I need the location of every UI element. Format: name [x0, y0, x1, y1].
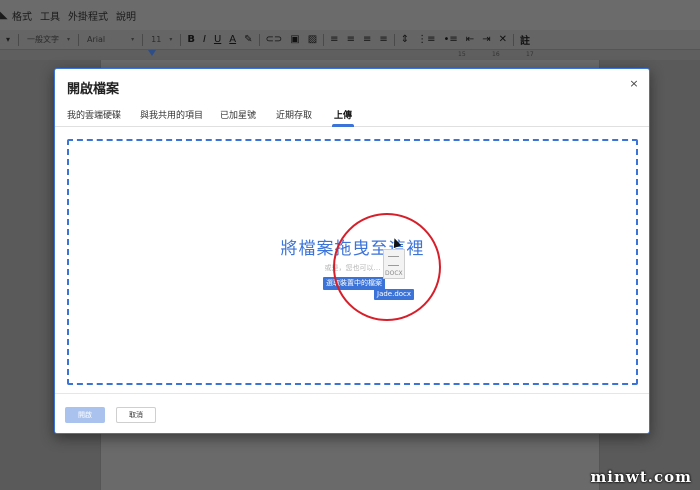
toolbar-separator — [142, 33, 144, 46]
clear-formatting-icon[interactable]: ✕ — [495, 34, 511, 45]
chevron-down-icon: ▾ — [67, 36, 71, 43]
toolbar-separator — [258, 33, 260, 46]
upload-dropzone[interactable]: 將檔案拖曳至這裡 或是，您也可以… 選取裝置中的檔案 DOCX Jade.doc… — [67, 139, 638, 385]
toolbar-separator — [512, 33, 514, 46]
toolbar-separator — [18, 33, 20, 46]
style-select-value: 一般文字 — [27, 35, 60, 44]
tab-recent[interactable]: 近期存取 — [276, 108, 312, 121]
active-tab-indicator — [332, 124, 354, 127]
link-icon[interactable]: ⊂⊃ — [262, 34, 287, 45]
toolbar-dropdown-caret[interactable]: ▾ — [0, 30, 16, 49]
cancel-button[interactable]: 取消 — [116, 407, 156, 423]
align-justify-icon[interactable]: ≡ — [375, 34, 391, 45]
menu-help[interactable]: 說明 — [116, 8, 136, 23]
highlight-pen-icon[interactable]: ✎ — [240, 34, 256, 45]
chevron-down-icon: ▾ — [169, 36, 173, 43]
dialog-footer-divider — [55, 393, 649, 394]
toolbar-separator — [393, 33, 395, 46]
tab-starred[interactable]: 已加星號 — [220, 108, 256, 121]
bold-button[interactable]: B — [183, 34, 199, 45]
toolbar-separator — [78, 33, 80, 46]
bulleted-list-icon[interactable]: •≡ — [440, 34, 462, 45]
text-color-button[interactable]: A — [225, 34, 240, 45]
size-select[interactable]: 11 ▾ — [145, 30, 178, 49]
underline-button[interactable]: U — [210, 34, 225, 45]
align-right-icon[interactable]: ≡ — [359, 34, 375, 45]
toolbar-separator — [180, 33, 182, 46]
open-button[interactable]: 開啟 — [65, 407, 105, 423]
align-center-icon[interactable]: ≡ — [343, 34, 359, 45]
tab-shared-with-me[interactable]: 與我共用的項目 — [140, 108, 203, 121]
font-select[interactable]: Arial ▾ — [81, 30, 140, 49]
ruler-number: 17 — [526, 51, 534, 58]
dialog-title: 開啟檔案 — [67, 82, 120, 97]
ruler-number: 16 — [492, 51, 500, 58]
ruler: 15 16 17 — [0, 50, 700, 60]
menu-tools[interactable]: 工具 — [40, 8, 60, 23]
numbered-list-icon[interactable]: ⋮≡ — [413, 34, 439, 45]
comment-button[interactable]: 註 — [516, 32, 534, 47]
tab-my-drive[interactable]: 我的雲端硬碟 — [67, 108, 121, 121]
watermark-logo: minwt.com — [590, 468, 692, 486]
menu-addons[interactable]: 外掛程式 — [68, 8, 108, 23]
insert-image-icon[interactable]: ▨ — [304, 34, 321, 45]
align-left-icon[interactable]: ≡ — [326, 34, 342, 45]
close-icon[interactable]: × — [627, 77, 641, 91]
ruler-indent-marker[interactable] — [148, 50, 156, 56]
line-spacing-icon[interactable]: ⇕ — [397, 34, 413, 45]
toolbar: ▾ 一般文字 ▾ Arial ▾ 11 ▾ B I U A ✎ ⊂⊃ ▣ ▨ ≡ ≡ … — [0, 30, 700, 50]
style-select[interactable]: 一般文字 ▾ — [21, 30, 76, 49]
size-select-value: 11 — [151, 35, 162, 44]
menubar: ◣ 格式 工具 外掛程式 說明 — [0, 0, 700, 30]
font-select-value: Arial — [87, 35, 106, 44]
italic-button[interactable]: I — [199, 34, 210, 45]
ruler-number: 15 — [458, 51, 466, 58]
add-comment-icon[interactable]: ▣ — [286, 34, 303, 45]
highlight-circle — [333, 213, 441, 321]
tab-upload[interactable]: 上傳 — [334, 108, 352, 121]
menu-format[interactable]: 格式 — [12, 8, 32, 23]
chevron-down-icon: ▾ — [131, 36, 135, 43]
open-file-dialog: 開啟檔案 × 我的雲端硬碟 與我共用的項目 已加星號 近期存取 上傳 將檔案拖曳… — [54, 68, 650, 434]
menu-cut-glyph: ◣ — [0, 9, 8, 21]
increase-indent-icon[interactable]: ⇥ — [478, 34, 494, 45]
dialog-tabs: 我的雲端硬碟 與我共用的項目 已加星號 近期存取 上傳 — [55, 99, 649, 127]
toolbar-separator — [323, 33, 325, 46]
decrease-indent-icon[interactable]: ⇤ — [462, 34, 478, 45]
